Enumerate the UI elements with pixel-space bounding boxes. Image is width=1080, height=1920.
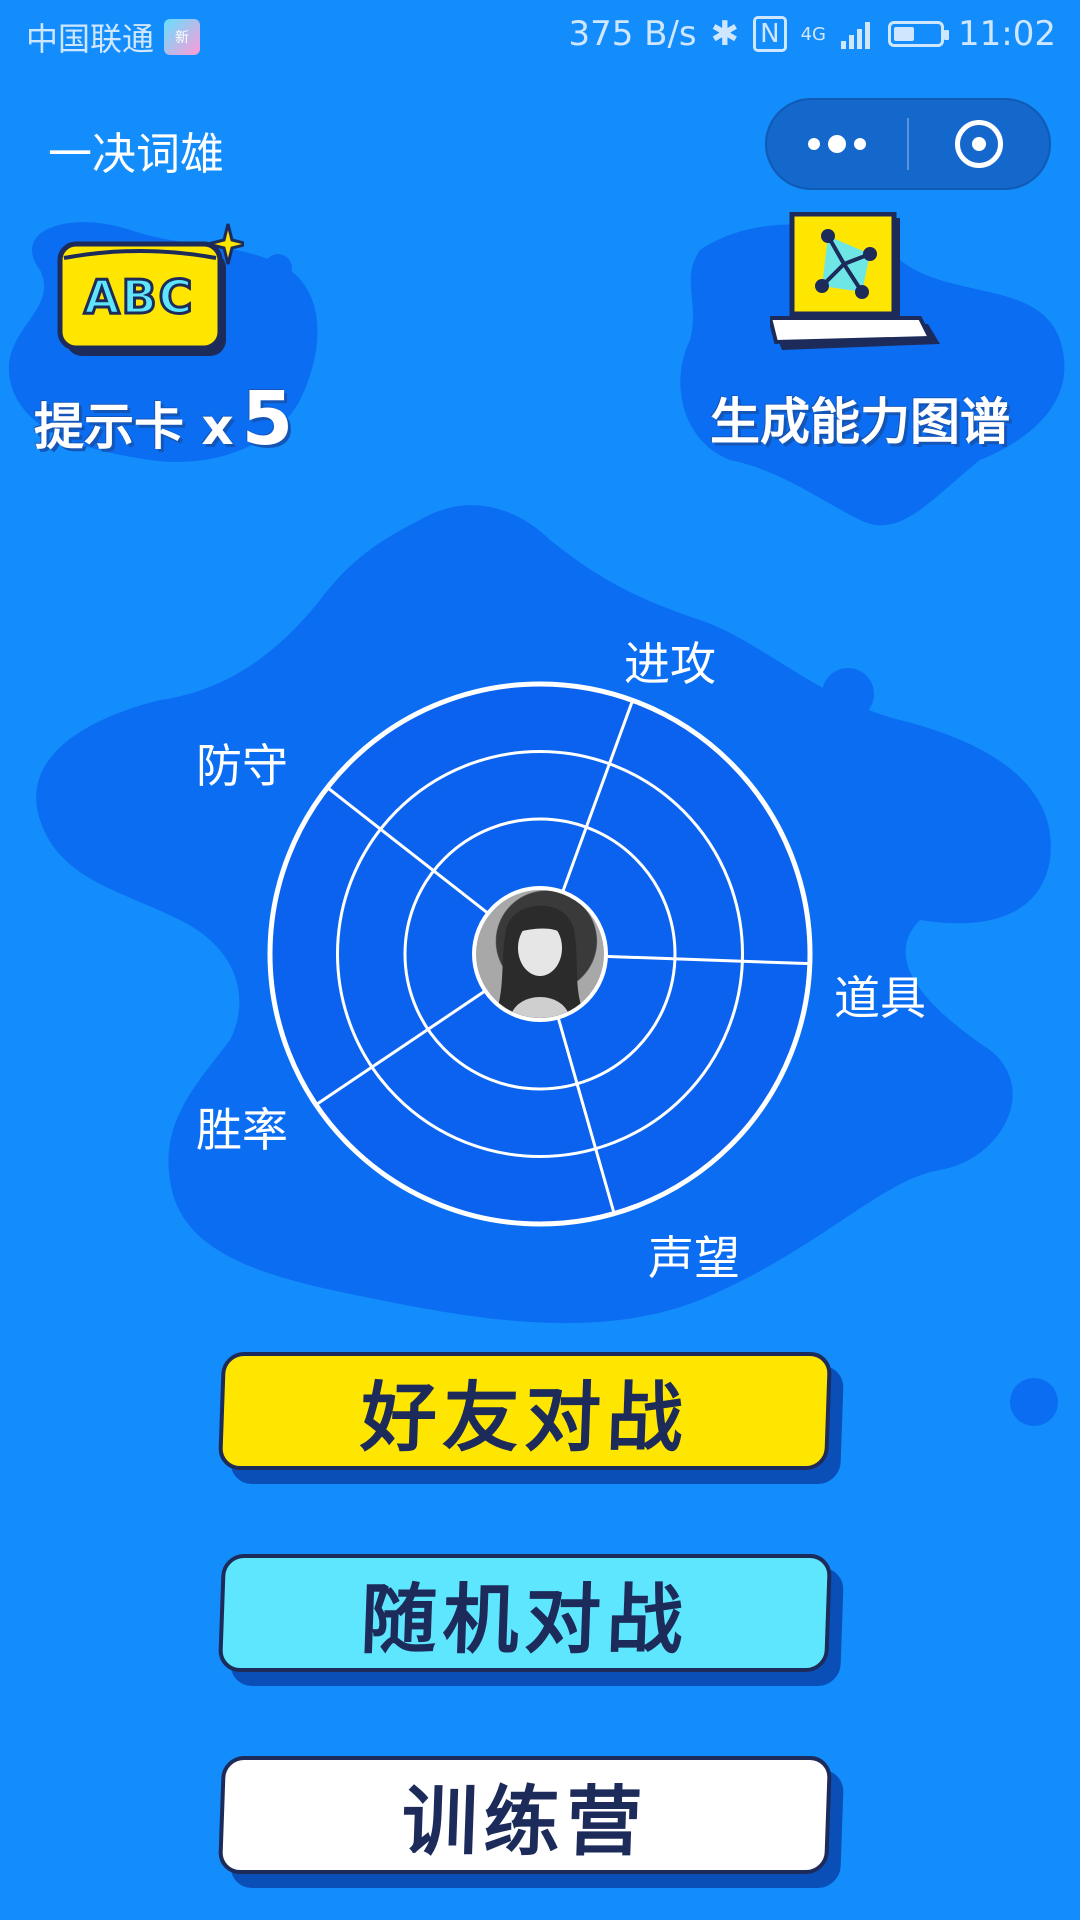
friend-battle-label: 好友对战 bbox=[359, 1373, 691, 1462]
axis-label-items: 道具 bbox=[834, 971, 926, 1025]
user-silhouette-icon bbox=[494, 905, 586, 1018]
avatar[interactable] bbox=[472, 886, 608, 1022]
axis-label-defense: 防守 bbox=[196, 739, 288, 793]
axis-label-reputation: 声望 bbox=[648, 1231, 740, 1285]
random-battle-face: 随机对战 bbox=[217, 1554, 833, 1672]
training-camp-label: 训练营 bbox=[400, 1777, 650, 1866]
random-battle-label: 随机对战 bbox=[359, 1575, 691, 1664]
friend-battle-button[interactable]: 好友对战 bbox=[217, 1352, 845, 1484]
friend-battle-face: 好友对战 bbox=[217, 1352, 833, 1470]
training-camp-face: 训练营 bbox=[217, 1756, 833, 1874]
random-battle-button[interactable]: 随机对战 bbox=[217, 1554, 845, 1686]
axis-label-attack: 进攻 bbox=[624, 637, 716, 691]
axis-label-winrate: 胜率 bbox=[196, 1103, 288, 1157]
training-camp-button[interactable]: 训练营 bbox=[217, 1756, 845, 1888]
